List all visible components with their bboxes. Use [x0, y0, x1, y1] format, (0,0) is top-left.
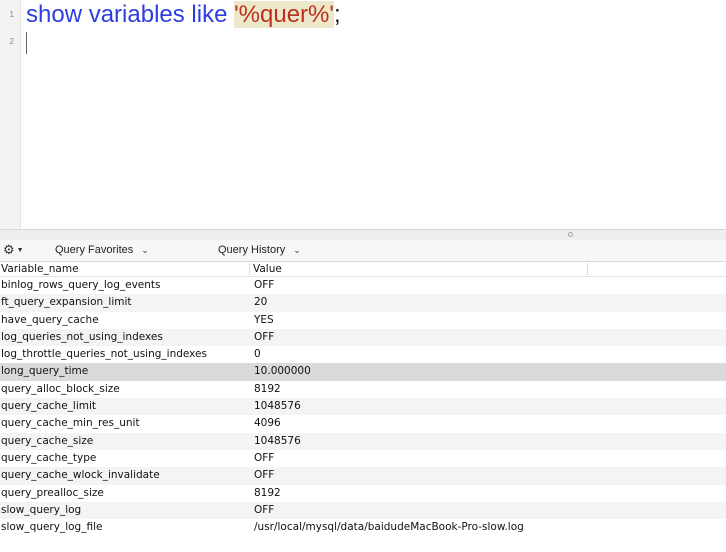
- table-row[interactable]: query_cache_size 1048576: [0, 432, 726, 450]
- cell-variable-name[interactable]: slow_query_log_file: [1, 519, 246, 536]
- cell-variable-name[interactable]: slow_query_log: [1, 502, 246, 519]
- table-row[interactable]: ft_query_expansion_limit 20: [0, 294, 726, 312]
- sql-keyword-text: show variables like: [26, 1, 228, 28]
- cell-value[interactable]: /usr/local/mysql/data/baidudeMacBook-Pro…: [254, 519, 724, 536]
- cell-value[interactable]: OFF: [254, 329, 724, 346]
- cell-value[interactable]: OFF: [254, 277, 724, 294]
- column-header-value[interactable]: Value: [253, 262, 282, 276]
- cell-value[interactable]: 0: [254, 346, 724, 363]
- table-row[interactable]: slow_query_log OFF: [0, 501, 726, 520]
- gear-icon: ⚙: [3, 242, 15, 257]
- cell-value[interactable]: OFF: [254, 502, 724, 519]
- splitter-grip-icon[interactable]: [568, 232, 573, 237]
- cell-variable-name[interactable]: log_queries_not_using_indexes: [1, 329, 246, 346]
- query-editor[interactable]: 1 2 show variables like '%quer%';: [0, 0, 726, 232]
- table-row[interactable]: binlog_rows_query_log_events OFF: [0, 277, 726, 295]
- cell-variable-name[interactable]: log_throttle_queries_not_using_indexes: [1, 346, 246, 363]
- chevron-down-icon: ⌄: [141, 245, 149, 255]
- cell-variable-name[interactable]: query_cache_size: [1, 433, 246, 450]
- cell-value[interactable]: 1048576: [254, 398, 724, 415]
- cell-value[interactable]: OFF: [254, 450, 724, 467]
- cell-variable-name[interactable]: query_prealloc_size: [1, 485, 246, 502]
- cell-variable-name[interactable]: long_query_time: [1, 363, 246, 380]
- gear-menu-button[interactable]: ⚙ ▼: [3, 242, 24, 258]
- table-row[interactable]: query_prealloc_size 8192: [0, 484, 726, 502]
- cell-variable-name[interactable]: have_query_cache: [1, 312, 246, 329]
- line-number-gutter: 1 2: [0, 0, 21, 232]
- table-row[interactable]: query_cache_type OFF: [0, 449, 726, 468]
- line-number-2: 2: [9, 37, 14, 46]
- query-history-menu[interactable]: Query History ⌄: [218, 243, 301, 258]
- cell-variable-name[interactable]: query_cache_limit: [1, 398, 246, 415]
- line-number-1: 1: [9, 10, 14, 19]
- query-favorites-menu[interactable]: Query Favorites ⌄: [55, 243, 149, 258]
- chevron-down-icon: ⌄: [293, 245, 301, 255]
- cell-variable-name[interactable]: query_alloc_block_size: [1, 381, 246, 398]
- table-row[interactable]: have_query_cache YES: [0, 311, 726, 329]
- cell-value[interactable]: 8192: [254, 381, 724, 398]
- table-row[interactable]: log_throttle_queries_not_using_indexes 0: [0, 346, 726, 364]
- caret-down-icon: ▼: [16, 246, 24, 254]
- cell-variable-name[interactable]: query_cache_type: [1, 450, 246, 467]
- cell-variable-name[interactable]: query_cache_wlock_invalidate: [1, 467, 246, 484]
- table-header: Variable_name Value: [0, 262, 726, 277]
- cell-value[interactable]: 20: [254, 294, 724, 311]
- query-history-label: Query History: [218, 244, 286, 256]
- results-toolbar: ⚙ ▼ Query Favorites ⌄ Query History ⌄: [0, 240, 726, 262]
- table-row[interactable]: query_alloc_block_size 8192: [0, 380, 726, 399]
- cell-value[interactable]: 10.000000: [254, 363, 724, 380]
- table-body: binlog_rows_query_log_events OFF ft_query_…: [0, 277, 726, 537]
- sql-terminator: ;: [333, 1, 341, 28]
- results-table[interactable]: Variable_name Value binlog_rows_query_lo…: [0, 262, 726, 552]
- cell-value[interactable]: OFF: [254, 467, 724, 484]
- table-row[interactable]: query_cache_limit 1048576: [0, 398, 726, 416]
- table-row[interactable]: long_query_time 10.000000: [0, 363, 726, 381]
- column-header-variable-name[interactable]: Variable_name: [1, 262, 79, 276]
- cell-value[interactable]: 8192: [254, 485, 724, 502]
- cell-variable-name[interactable]: ft_query_expansion_limit: [1, 294, 246, 311]
- table-row[interactable]: log_queries_not_using_indexes OFF: [0, 328, 726, 347]
- cell-variable-name[interactable]: binlog_rows_query_log_events: [1, 277, 246, 294]
- sequel-query-window: 1 2 show variables like '%quer%'; ⚙ ▼ Qu…: [0, 0, 726, 552]
- column-resize-handle[interactable]: [249, 263, 250, 275]
- cell-value[interactable]: 1048576: [254, 433, 724, 450]
- column-resize-handle[interactable]: [587, 263, 588, 275]
- table-row[interactable]: query_cache_wlock_invalidate OFF: [0, 467, 726, 485]
- table-row[interactable]: query_cache_min_res_unit 4096: [0, 415, 726, 433]
- sql-string-literal: '%quer%': [234, 1, 334, 28]
- cell-value[interactable]: 4096: [254, 415, 724, 432]
- cell-variable-name[interactable]: query_cache_min_res_unit: [1, 415, 246, 432]
- cell-value[interactable]: YES: [254, 312, 724, 329]
- table-row[interactable]: slow_query_log_file/usr/local/mysql/data…: [0, 519, 726, 537]
- query-line-1[interactable]: show variables like '%quer%';: [26, 0, 341, 30]
- text-cursor: [26, 32, 27, 54]
- query-favorites-label: Query Favorites: [55, 244, 134, 256]
